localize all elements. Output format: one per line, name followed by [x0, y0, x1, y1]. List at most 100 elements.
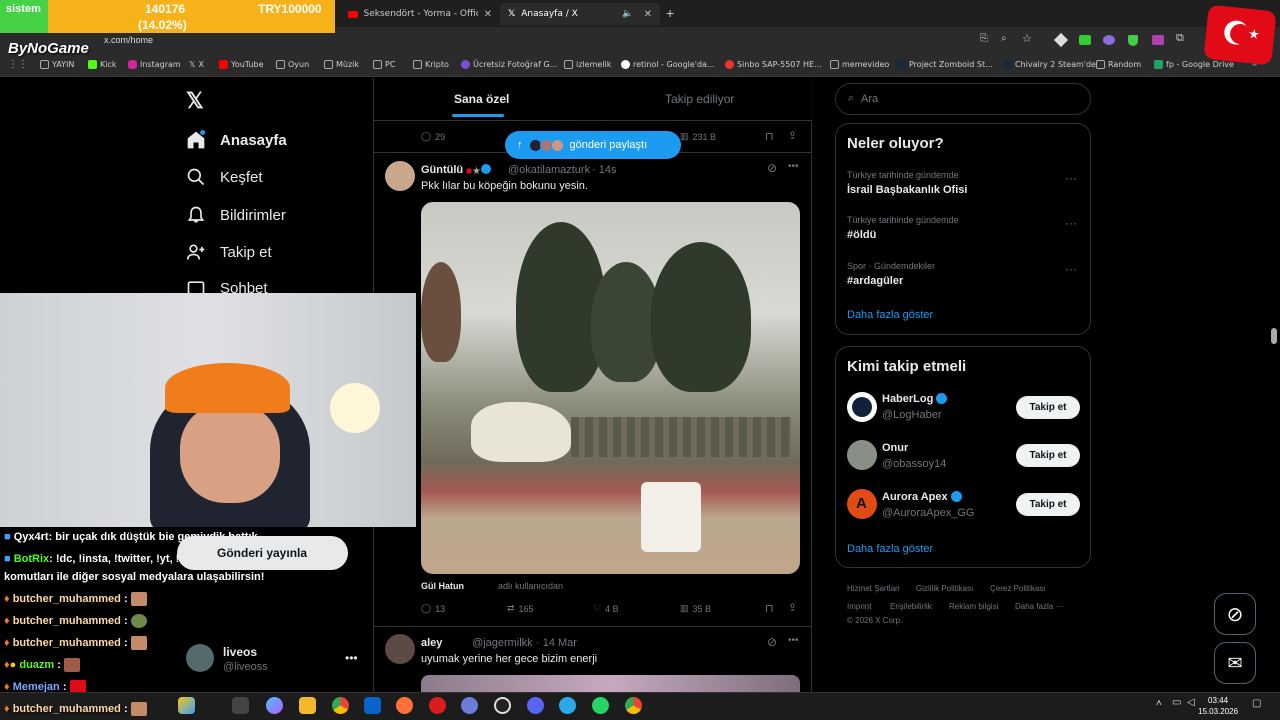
- extension-icon[interactable]: [1079, 35, 1091, 45]
- footer-link[interactable]: Gizlilik Politikası: [916, 584, 973, 593]
- task-view-icon[interactable]: [232, 697, 249, 714]
- obs-icon[interactable]: [494, 697, 511, 714]
- install-icon[interactable]: ⎘: [980, 33, 988, 44]
- reply-button[interactable]: ◯ 13: [421, 603, 445, 614]
- opera-icon[interactable]: [429, 697, 446, 714]
- zoom-icon[interactable]: ⌕: [1001, 33, 1007, 44]
- who-handle[interactable]: @obassoy14: [882, 458, 946, 470]
- follow-button[interactable]: Takip et: [1016, 396, 1080, 419]
- widgets-icon[interactable]: [178, 697, 195, 714]
- share-icon[interactable]: ⇪: [788, 601, 797, 614]
- bookmark-item[interactable]: izlemelik: [564, 60, 611, 69]
- bookmark-item[interactable]: YouTube: [219, 60, 264, 69]
- who-name[interactable]: Onur: [882, 442, 908, 454]
- extension-icon[interactable]: [1152, 35, 1164, 45]
- bookmark-item[interactable]: Chivalry 2 Steam'de: [1003, 60, 1096, 69]
- footer-link[interactable]: Imprint: [847, 602, 871, 611]
- nav-home[interactable]: Anasayfa: [186, 130, 287, 150]
- tab-youtube[interactable]: Seksendört - Yorma - Official V ✕: [340, 3, 500, 25]
- bookmark-item[interactable]: Sinbo SAP-5507 HE...: [725, 60, 822, 69]
- close-icon[interactable]: ✕: [484, 9, 492, 20]
- close-icon[interactable]: ✕: [644, 9, 652, 20]
- app-icon[interactable]: [461, 697, 478, 714]
- address-bar[interactable]: x.com/home: [104, 35, 153, 45]
- footer-link[interactable]: Hizmet Şartları: [847, 584, 900, 593]
- telegram-icon[interactable]: [559, 697, 576, 714]
- messages-button[interactable]: ✉: [1214, 642, 1256, 684]
- views-button[interactable]: ▥ 231 B: [680, 131, 716, 142]
- who-name[interactable]: Aurora Apex: [882, 491, 948, 503]
- more-icon[interactable]: ···: [1065, 171, 1077, 185]
- post-image[interactable]: [421, 675, 800, 692]
- share-icon[interactable]: ⇪: [788, 129, 797, 142]
- show-more-link[interactable]: Daha fazla göster: [847, 309, 933, 321]
- nav-explore[interactable]: Keşfet: [186, 167, 263, 187]
- trend-item[interactable]: #ardagüler: [847, 275, 903, 287]
- whatsapp-icon[interactable]: [592, 697, 609, 714]
- tray-chevron-icon[interactable]: ˄: [1156, 698, 1162, 709]
- like-button[interactable]: ♡ 4 B: [593, 603, 619, 614]
- file-explorer-icon[interactable]: [299, 697, 316, 714]
- who-handle[interactable]: @AuroraApex_GG: [882, 507, 975, 519]
- follow-button[interactable]: Takip et: [1016, 493, 1080, 516]
- chrome-icon[interactable]: [625, 697, 642, 714]
- bookmark-item[interactable]: Müzik: [324, 60, 359, 69]
- bookmark-item[interactable]: memevideo: [830, 60, 889, 69]
- more-icon[interactable]: •••: [788, 635, 799, 646]
- footer-link[interactable]: Reklam bilgisi: [949, 602, 998, 611]
- nav-notifications[interactable]: Bildirimler: [186, 205, 286, 225]
- avatar[interactable]: [385, 634, 415, 664]
- post-video[interactable]: [421, 202, 800, 574]
- new-posts-pill[interactable]: ↑ gönderi paylaştı: [505, 131, 681, 159]
- avatar[interactable]: A: [847, 489, 877, 519]
- trend-item[interactable]: #öldü: [847, 229, 876, 241]
- views-button[interactable]: ▥ 35 B: [680, 603, 711, 614]
- volume-icon[interactable]: ◁: [1187, 697, 1195, 708]
- footer-link[interactable]: Çerez Politikası: [990, 584, 1046, 593]
- avatar[interactable]: [385, 161, 415, 191]
- bookmark-item[interactable]: YAYIN: [40, 60, 74, 69]
- more-icon[interactable]: •••: [345, 651, 358, 665]
- star-icon[interactable]: ☆: [1022, 32, 1032, 45]
- tab-following[interactable]: Takip ediliyor: [665, 92, 734, 106]
- avatar[interactable]: [186, 644, 214, 672]
- notification-icon[interactable]: ▢: [1252, 698, 1261, 709]
- system-clock[interactable]: 03:44 15.03.2026: [1198, 695, 1238, 717]
- post-author-name[interactable]: Güntülü: [421, 164, 463, 176]
- shield-icon[interactable]: [1128, 35, 1138, 46]
- bookmark-item[interactable]: retinol - Google'da...: [621, 60, 715, 69]
- post-author-name[interactable]: aley: [421, 637, 442, 649]
- footer-link[interactable]: Daha fazla ···: [1015, 602, 1063, 611]
- chrome-icon[interactable]: [332, 697, 349, 714]
- new-tab-icon[interactable]: +: [666, 5, 674, 21]
- extension-icon[interactable]: [1053, 32, 1069, 48]
- bookmark-item[interactable]: PC: [373, 60, 395, 69]
- network-icon[interactable]: ▭: [1172, 697, 1181, 708]
- copilot-icon[interactable]: [266, 697, 283, 714]
- footer-link[interactable]: Erişilebilirlik: [890, 602, 932, 611]
- search-input[interactable]: ⌕ Ara: [835, 83, 1091, 115]
- bookmark-icon[interactable]: ⊓: [765, 130, 774, 143]
- more-icon[interactable]: •••: [788, 161, 799, 172]
- bookmark-item[interactable]: 𝕏X: [189, 60, 204, 69]
- post-time[interactable]: · 14 Mar: [536, 637, 577, 649]
- bookmark-item[interactable]: fp - Google Drive: [1154, 60, 1234, 69]
- show-more-link[interactable]: Daha fazla göster: [847, 543, 933, 555]
- reply-button[interactable]: ◯ 29: [421, 131, 445, 142]
- nav-follow[interactable]: Takip et: [186, 242, 272, 262]
- bookmark-item[interactable]: Ücretsiz Fotoğraf G...: [461, 60, 557, 69]
- scrollbar[interactable]: [1271, 328, 1277, 344]
- bookmark-icon[interactable]: ⊓: [765, 602, 774, 615]
- extension-icon[interactable]: [1103, 35, 1115, 45]
- post-time[interactable]: · 14s: [592, 164, 616, 176]
- bookmark-item[interactable]: Project Zomboid St...: [897, 60, 993, 69]
- apps-grid-icon[interactable]: ⋮⋮: [8, 59, 28, 70]
- post-author-handle[interactable]: @jagermilkk: [472, 637, 533, 649]
- more-icon[interactable]: ···: [1065, 262, 1077, 276]
- bookmark-item[interactable]: Random: [1096, 60, 1141, 69]
- tab-x-home[interactable]: 𝕏 Anasayfa / X 🔈 ✕: [500, 3, 660, 25]
- firefox-icon[interactable]: [396, 697, 413, 714]
- who-name[interactable]: HaberLog: [882, 393, 933, 405]
- puzzle-icon[interactable]: ⧉: [1176, 32, 1184, 45]
- bookmark-item[interactable]: Instagram: [128, 60, 181, 69]
